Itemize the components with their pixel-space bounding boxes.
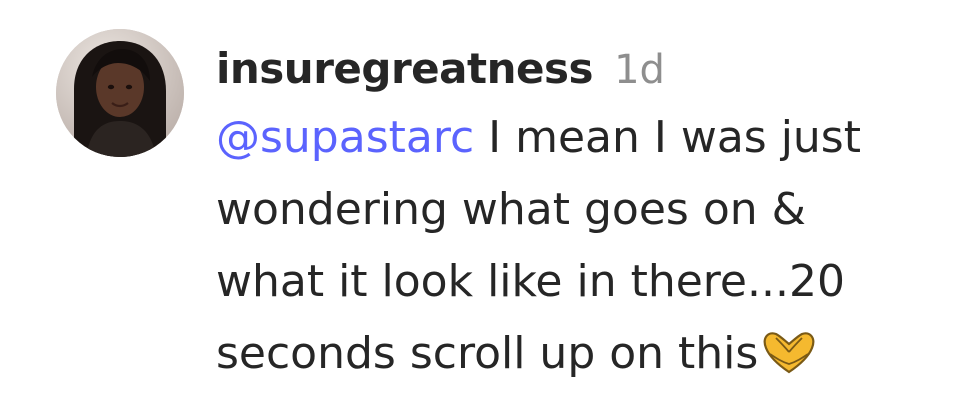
- comment-text-segment: seconds scroll up on this: [216, 328, 759, 379]
- comment-line-3: what it look like in there...20: [216, 256, 845, 307]
- heart-hands-icon: [760, 328, 818, 376]
- profile-photo: [56, 29, 184, 157]
- timestamp[interactable]: 1d: [614, 47, 665, 93]
- comment-text: @supastarc I mean I was just wondering w…: [216, 102, 956, 390]
- comment-text-segment: I mean I was just: [474, 112, 861, 163]
- mention-link[interactable]: @supastarc: [216, 112, 474, 163]
- username[interactable]: insuregreatness: [216, 44, 593, 93]
- comment-content: insuregreatness 1d @supastarc I mean I w…: [216, 38, 956, 390]
- comment-line-4: seconds scroll up on this: [216, 318, 956, 390]
- comment-header: insuregreatness 1d: [216, 38, 956, 100]
- comment-line-2: wondering what goes on &: [216, 184, 806, 235]
- avatar[interactable]: [56, 29, 184, 157]
- comment-line-1: @supastarc I mean I was just: [216, 102, 956, 174]
- comment-item: insuregreatness 1d @supastarc I mean I w…: [0, 0, 980, 420]
